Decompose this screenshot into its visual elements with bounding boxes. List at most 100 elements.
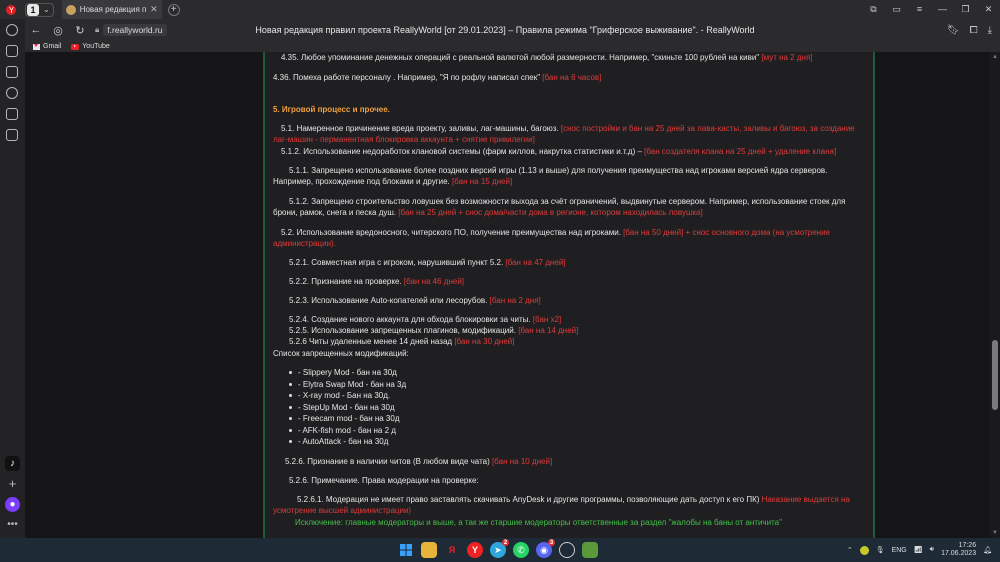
close-icon[interactable]: ✕ <box>150 4 158 15</box>
collections-icon[interactable]: ⧉ <box>862 4 885 15</box>
whatsapp-icon[interactable]: ✆ <box>513 542 529 558</box>
scroll-down-icon[interactable]: ▼ <box>992 530 998 536</box>
discord-icon[interactable]: ◉ 3 <box>536 539 555 558</box>
tiktok-icon[interactable]: ♪ <box>5 456 20 471</box>
browser-logo-icon[interactable]: Y <box>3 2 19 18</box>
bookmark-gmail[interactable]: Gmail <box>33 43 61 50</box>
file-explorer-icon[interactable] <box>421 542 437 558</box>
add-icon[interactable]: + <box>5 476 20 491</box>
section-5-heading: 5. Игровой процесс и прочее. <box>273 105 390 114</box>
bookmark-label: Gmail <box>43 43 62 50</box>
url-text: f.reallyworld.ru <box>103 24 167 36</box>
history-icon[interactable] <box>6 24 18 36</box>
rule-5-2-1: 5.2.1. Совместная игра с игроком, наруши… <box>289 258 566 267</box>
browser-sidebar: ♪ + ● ••• <box>0 19 25 538</box>
screenshot-icon[interactable] <box>6 129 18 141</box>
yandex-browser-icon[interactable]: Y <box>467 542 483 558</box>
telegram-icon[interactable]: ➤ 2 <box>490 539 509 558</box>
rule-5-2-5: 5.2.5. Использование запрещенных плагино… <box>289 326 579 335</box>
rule-5-2-3: 5.2.3. Использование Auto-копателей или … <box>289 296 541 305</box>
downloads-tray-icon[interactable]: ▭ <box>885 4 908 15</box>
rule-5-1: 5.1. Намеренное причинение вреда проекту… <box>281 124 855 133</box>
collections-sidebar-icon[interactable] <box>6 45 18 57</box>
tab-active[interactable]: Новая редакция прави ✕ <box>61 0 162 19</box>
rule-5-1-2-traps: 5.1.2. Запрещено строительство ловушек б… <box>289 197 846 206</box>
scroll-up-icon[interactable]: ▲ <box>992 54 998 60</box>
gmail-icon <box>33 43 40 50</box>
number-seven-icon[interactable] <box>6 108 18 120</box>
tab-counter[interactable]: 1 ⌄ <box>25 2 54 17</box>
alice-assistant-icon[interactable]: ● <box>5 497 20 512</box>
rule-5-2-6-1-cont: усмотрение высшей администрации) <box>273 506 412 515</box>
tab-counter-number: 1 <box>27 3 39 16</box>
calendar-icon[interactable] <box>6 66 18 78</box>
bookmark-icon[interactable]: 🔖︎ <box>947 25 960 36</box>
list-item: - X-ray mod - Бан на 30д. <box>289 390 390 401</box>
rules-article: 4.35. Любое упоминание денежных операций… <box>263 52 875 538</box>
yandex-icon[interactable]: Я <box>444 542 460 558</box>
system-tray: ⌃ 🎙︎ ENG 📶︎ 🔊︎ 17:26 17.06.2023 🔔︎ <box>847 541 992 559</box>
language-indicator[interactable]: ENG <box>892 547 907 554</box>
list-item: - AutoAttack - бан на 30д <box>289 436 388 447</box>
mods-list-heading: Список запрещенных модификаций: <box>273 349 409 358</box>
list-item: - Elytra Swap Mod - бан на 3д <box>289 379 406 390</box>
rule-4-35: 4.35. Любое упоминание денежных операций… <box>281 53 813 62</box>
more-icon[interactable]: ••• <box>5 517 20 532</box>
window-close-icon[interactable]: ✕ <box>977 4 1000 15</box>
menu-icon[interactable]: ≡ <box>908 4 931 15</box>
notifications-icon[interactable]: 🔔︎ <box>983 546 992 554</box>
rule-5-1-1-cont: Например, прохождение под блоками и друг… <box>273 177 513 186</box>
list-item: - Freecam mod - бан на 30д <box>289 413 400 424</box>
svg-text:Y: Y <box>8 6 14 15</box>
site-favicon-icon <box>65 4 76 15</box>
list-item: - AFK-fish mod - бан на 2 д <box>289 425 396 436</box>
list-item: - StepUp Mod - бан на 30д <box>289 402 395 413</box>
rule-5-1-2-traps-cont: брони, рамок, снега и песка душ. [бан на… <box>273 208 703 217</box>
volume-icon[interactable]: 🔊︎ <box>930 546 934 554</box>
clock[interactable]: 17:26 17.06.2023 <box>941 542 976 558</box>
back-arrow-icon[interactable]: ← <box>25 24 47 36</box>
rule-5-2-4: 5.2.4. Создание нового аккаунта для обхо… <box>289 315 562 324</box>
tray-app-icon[interactable] <box>859 545 869 555</box>
microphone-icon[interactable]: 🎙︎ <box>876 546 885 554</box>
clock-date: 17.06.2023 <box>941 550 977 557</box>
play-icon[interactable] <box>6 87 18 99</box>
address-bar: ← ◎ ↻ 🔒︎ f.reallyworld.ru Новая редакция… <box>25 19 1000 41</box>
rule-5-1-2-clan: 5.1.2. Использование недоработок кланово… <box>281 147 837 156</box>
wifi-icon[interactable]: 📶︎ <box>914 546 923 554</box>
new-tab-button[interactable]: + <box>167 3 180 16</box>
protect-icon[interactable]: ◎ <box>47 24 69 37</box>
rule-5-2-6-admission: 5.2.6. Признание в наличии читов (В любо… <box>285 457 553 466</box>
bookmark-label: YouTube <box>82 43 110 50</box>
rule-5-2-cont: администрации). <box>273 239 336 248</box>
scroll-thumb[interactable] <box>992 340 998 410</box>
bookmark-youtube[interactable]: YouTube <box>71 43 110 50</box>
windows-start-icon[interactable] <box>398 542 414 558</box>
page-title: Новая редакция правил проекта ReallyWorl… <box>255 25 755 35</box>
youtube-icon <box>71 43 80 50</box>
browser-tab-bar: Y 1 ⌄ Новая редакция прави ✕ + ⧉ ▭ ≡ — ❐… <box>0 0 1000 19</box>
reload-icon[interactable]: ↻ <box>69 24 91 37</box>
extensions-icon[interactable]: ⧠ <box>970 25 978 36</box>
list-item: - Slippery Mod - бан на 30д <box>289 367 397 378</box>
minecraft-icon[interactable] <box>582 542 598 558</box>
restore-icon[interactable]: ❐ <box>954 4 977 15</box>
windows-taskbar: Я Y ➤ 2 ✆ ◉ 3 ⌃ 🎙︎ ENG 📶︎ 🔊︎ 17:26 17.06.2… <box>0 538 1000 562</box>
rule-5-2: 5.2. Использование вредоносного, читерск… <box>281 228 830 237</box>
rule-5-2-6-cheats: 5.2.6 Читы удаленные менее 14 дней назад… <box>289 337 515 346</box>
download-icon[interactable]: ⤓ <box>988 25 992 36</box>
rule-5-2-6-note: 5.2.6. Примечание. Права модерации на пр… <box>289 476 479 485</box>
chevron-up-icon[interactable]: ⌃ <box>847 546 853 554</box>
rule-5-2-2: 5.2.2. Признание на проверке. [бан на 46… <box>289 277 465 286</box>
rule-5-1-1: 5.1.1. Запрещено использование более поз… <box>289 166 828 175</box>
page-viewport: 4.35. Любое упоминание денежных операций… <box>25 52 990 538</box>
page-scrollbar[interactable]: ▲ ▼ <box>990 52 1000 538</box>
rule-4-36: 4.36. Помеха работе персоналу . Например… <box>273 73 602 82</box>
minimize-icon[interactable]: — <box>931 4 954 15</box>
steam-icon[interactable] <box>559 542 575 558</box>
url-field[interactable]: 🔒︎ f.reallyworld.ru <box>95 24 167 36</box>
rule-5-2-6-1: 5.2.6.1. Модерация не имеет право застав… <box>297 495 850 504</box>
window-controls: ⧉ ▭ ≡ — ❐ ✕ <box>862 4 1000 15</box>
exception-note: Исключение: главные модераторы и выше, а… <box>295 518 782 527</box>
chevron-down-icon: ⌄ <box>43 5 50 14</box>
